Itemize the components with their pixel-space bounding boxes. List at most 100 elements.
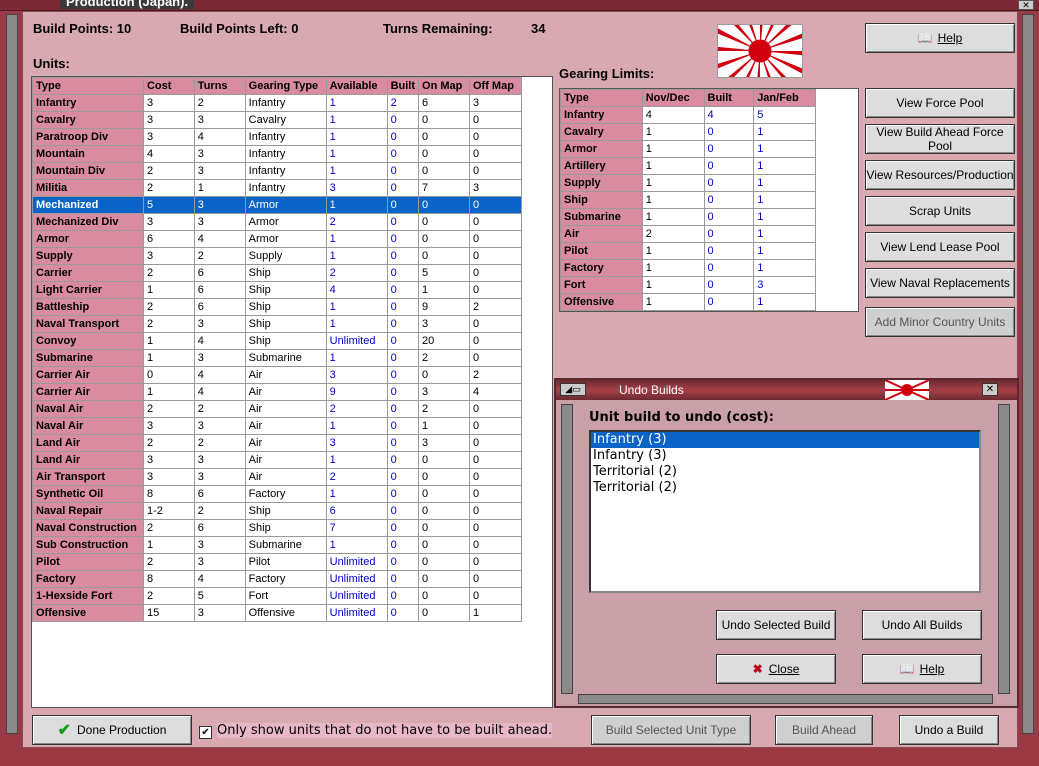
- units-row[interactable]: Mountain Div 2 3 Infantry 1 0 0 0: [32, 162, 523, 180]
- undo-list-item[interactable]: Infantry (3): [591, 432, 979, 448]
- units-cell: 4: [193, 366, 246, 384]
- units-row[interactable]: Naval Transport 2 3 Ship 1 0 3 0: [32, 315, 523, 333]
- units-row[interactable]: Infantry 3 2 Infantry 1 2 6 3: [32, 94, 523, 112]
- units-cell: 2: [325, 264, 388, 282]
- units-cell: 1: [142, 349, 195, 367]
- undo-selected-build-button[interactable]: Undo Selected Build: [716, 610, 836, 640]
- units-col-header[interactable]: Gearing Type: [244, 77, 327, 95]
- units-row-type: Mechanized: [32, 196, 144, 214]
- undo-dialog-help-button[interactable]: 📖 Help: [862, 654, 982, 684]
- close-window-icon[interactable]: ✕: [1018, 0, 1034, 10]
- only-show-checkbox[interactable]: ✔: [199, 726, 212, 739]
- undo-list-item[interactable]: Infantry (3): [591, 448, 979, 464]
- gearing-row[interactable]: Fort 1 0 3: [560, 276, 816, 294]
- units-cell: 3: [193, 315, 246, 333]
- view-lend-lease-pool-button[interactable]: View Lend Lease Pool: [865, 232, 1015, 262]
- undo-list-item[interactable]: Territorial (2): [591, 480, 979, 496]
- units-cell: 0: [386, 145, 420, 163]
- units-row-type: Paratroop Div: [32, 128, 144, 146]
- units-cell: 7: [325, 519, 388, 537]
- gearing-col-header[interactable]: Built: [703, 89, 755, 107]
- gearing-row[interactable]: Air 2 0 1: [560, 225, 816, 243]
- undo-all-builds-button[interactable]: Undo All Builds: [862, 610, 982, 640]
- gearing-row[interactable]: Pilot 1 0 1: [560, 242, 816, 260]
- gearing-row[interactable]: Supply 1 0 1: [560, 174, 816, 192]
- units-row[interactable]: Armor 6 4 Armor 1 0 0 0: [32, 230, 523, 248]
- gearing-col-header[interactable]: Nov/Dec: [641, 89, 705, 107]
- units-row[interactable]: Mountain 4 3 Infantry 1 0 0 0: [32, 145, 523, 163]
- units-cell: Pilot: [244, 553, 327, 571]
- units-col-header[interactable]: Cost: [142, 77, 195, 95]
- undo-list-item[interactable]: Territorial (2): [591, 464, 979, 480]
- units-row[interactable]: Air Transport 3 3 Air 2 0 0 0: [32, 468, 523, 486]
- undo-dialog-close-icon[interactable]: ✕: [982, 383, 998, 396]
- units-row[interactable]: Naval Repair 1-2 2 Ship 6 0 0 0: [32, 502, 523, 520]
- units-row[interactable]: Battleship 2 6 Ship 1 0 9 2: [32, 298, 523, 316]
- gearing-row[interactable]: Artillery 1 0 1: [560, 157, 816, 175]
- gearing-row[interactable]: Armor 1 0 1: [560, 140, 816, 158]
- gearing-row[interactable]: Ship 1 0 1: [560, 191, 816, 209]
- units-row[interactable]: Light Carrier 1 6 Ship 4 0 1 0: [32, 281, 523, 299]
- gearing-row[interactable]: Factory 1 0 1: [560, 259, 816, 277]
- gearing-row[interactable]: Submarine 1 0 1: [560, 208, 816, 226]
- undo-build-list[interactable]: Infantry (3) Infantry (3) Territorial (2) T…: [589, 430, 981, 593]
- units-row[interactable]: Factory 8 4 Factory Unlimited 0 0 0: [32, 570, 523, 588]
- units-row[interactable]: Carrier Air 1 4 Air 9 0 3 4: [32, 383, 523, 401]
- units-row[interactable]: Supply 3 2 Supply 1 0 0 0: [32, 247, 523, 265]
- units-cell: 6: [418, 94, 470, 112]
- units-col-header[interactable]: Built: [386, 77, 420, 95]
- units-row[interactable]: Cavalry 3 3 Cavalry 1 0 0 0: [32, 111, 523, 129]
- units-cell: 3: [142, 128, 195, 146]
- undo-a-build-button[interactable]: Undo a Build: [899, 715, 999, 745]
- units-col-header[interactable]: Available: [325, 77, 388, 95]
- units-row[interactable]: 1-Hexside Fort 2 5 Fort Unlimited 0 0 0: [32, 587, 523, 605]
- view-resources-production-button[interactable]: View Resources/Production: [865, 160, 1015, 190]
- units-cell: Unlimited: [325, 587, 388, 605]
- units-row[interactable]: Naval Air 3 3 Air 1 0 1 0: [32, 417, 523, 435]
- gearing-col-header[interactable]: Type: [560, 89, 643, 107]
- units-row[interactable]: Mechanized 5 3 Armor 1 0 0 0: [32, 196, 523, 214]
- units-row[interactable]: Carrier Air 0 4 Air 3 0 0 2: [32, 366, 523, 384]
- units-row[interactable]: Synthetic Oil 8 6 Factory 1 0 0 0: [32, 485, 523, 503]
- gearing-cell: 1: [641, 140, 705, 158]
- units-cell: 0: [386, 230, 420, 248]
- units-col-header[interactable]: Type: [32, 77, 144, 95]
- help-button[interactable]: 📖 Help: [865, 23, 1015, 53]
- units-cell: 0: [386, 298, 420, 316]
- units-row[interactable]: Naval Construction 2 6 Ship 7 0 0 0: [32, 519, 523, 537]
- units-row[interactable]: Land Air 2 2 Air 3 0 3 0: [32, 434, 523, 452]
- units-row[interactable]: Submarine 1 3 Submarine 1 0 2 0: [32, 349, 523, 367]
- undo-dialog-close-button[interactable]: ✖ Close: [716, 654, 836, 684]
- add-minor-country-units-button[interactable]: Add Minor Country Units: [865, 307, 1015, 337]
- view-naval-replacements-button[interactable]: View Naval Replacements: [865, 268, 1015, 298]
- done-production-button[interactable]: ✔ Done Production: [32, 715, 192, 745]
- units-row[interactable]: Convoy 1 4 Ship Unlimited 0 20 0: [32, 332, 523, 350]
- units-cell: Armor: [244, 213, 327, 231]
- units-row[interactable]: Sub Construction 1 3 Submarine 1 0 0 0: [32, 536, 523, 554]
- gearing-row[interactable]: Offensive 1 0 1: [560, 293, 816, 311]
- units-row[interactable]: Mechanized Div 3 3 Armor 2 0 0 0: [32, 213, 523, 231]
- gearing-col-header[interactable]: Jan/Feb: [753, 89, 816, 107]
- units-cell: 2: [142, 179, 195, 197]
- units-cell: Infantry: [244, 162, 327, 180]
- units-row[interactable]: Land Air 3 3 Air 1 0 0 0: [32, 451, 523, 469]
- gearing-row[interactable]: Infantry 4 4 5: [560, 106, 816, 124]
- undo-dialog-menu-icon[interactable]: ◢▭: [560, 383, 586, 396]
- gearing-row[interactable]: Cavalry 1 0 1: [560, 123, 816, 141]
- units-col-header[interactable]: Off Map: [468, 77, 523, 95]
- build-selected-unit-type-button[interactable]: Build Selected Unit Type: [591, 715, 751, 745]
- scrap-units-button[interactable]: Scrap Units: [865, 196, 1015, 226]
- units-row[interactable]: Paratroop Div 3 4 Infantry 1 0 0 0: [32, 128, 523, 146]
- undo-dialog-titlebar[interactable]: ◢▭ Undo Builds ✕: [556, 380, 1017, 400]
- view-force-pool-button[interactable]: View Force Pool: [865, 88, 1015, 118]
- units-col-header[interactable]: On Map: [418, 77, 470, 95]
- units-row[interactable]: Militia 2 1 Infantry 3 0 7 3: [32, 179, 523, 197]
- left-frame-bar: [6, 14, 18, 734]
- view-build-ahead-force-pool-button[interactable]: View Build Ahead Force Pool: [865, 124, 1015, 154]
- units-col-header[interactable]: Turns: [193, 77, 246, 95]
- units-row[interactable]: Carrier 2 6 Ship 2 0 5 0: [32, 264, 523, 282]
- build-ahead-button[interactable]: Build Ahead: [775, 715, 873, 745]
- units-row[interactable]: Pilot 2 3 Pilot Unlimited 0 0 0: [32, 553, 523, 571]
- units-row[interactable]: Offensive 15 3 Offensive Unlimited 0 0 1: [32, 604, 523, 622]
- units-row[interactable]: Naval Air 2 2 Air 2 0 2 0: [32, 400, 523, 418]
